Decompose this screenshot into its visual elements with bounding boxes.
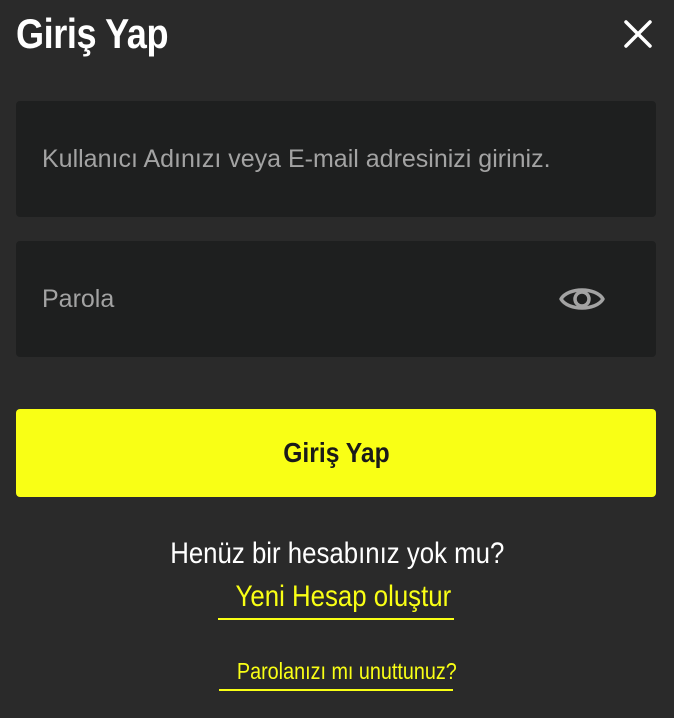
- no-account-text: Henüz bir hesabınız yok mu?: [169, 537, 505, 570]
- password-field-container: [16, 241, 656, 357]
- eye-icon: [559, 288, 605, 310]
- no-account-prompt: Henüz bir hesabınız yok mu?: [0, 537, 674, 571]
- forgot-password-label: Parolanızı mı unuttunuz?: [236, 658, 457, 684]
- username-field-container: [16, 101, 656, 217]
- register-link[interactable]: Yeni Hesap oluştur: [218, 580, 454, 620]
- register-link-label: Yeni Hesap oluştur: [235, 580, 452, 613]
- password-visibility-toggle[interactable]: [558, 277, 606, 321]
- close-button[interactable]: [620, 16, 656, 52]
- login-submit-button[interactable]: Giriş Yap: [16, 409, 656, 497]
- close-icon: [624, 20, 652, 48]
- modal-title: Giriş Yap: [16, 10, 169, 57]
- login-modal: Giriş Yap Giriş Yap Henüz bir hesabınız …: [0, 0, 674, 718]
- username-input[interactable]: [16, 101, 656, 217]
- login-submit-label: Giriş Yap: [282, 437, 390, 468]
- forgot-password-link[interactable]: Parolanızı mı unuttunuz?: [219, 658, 457, 691]
